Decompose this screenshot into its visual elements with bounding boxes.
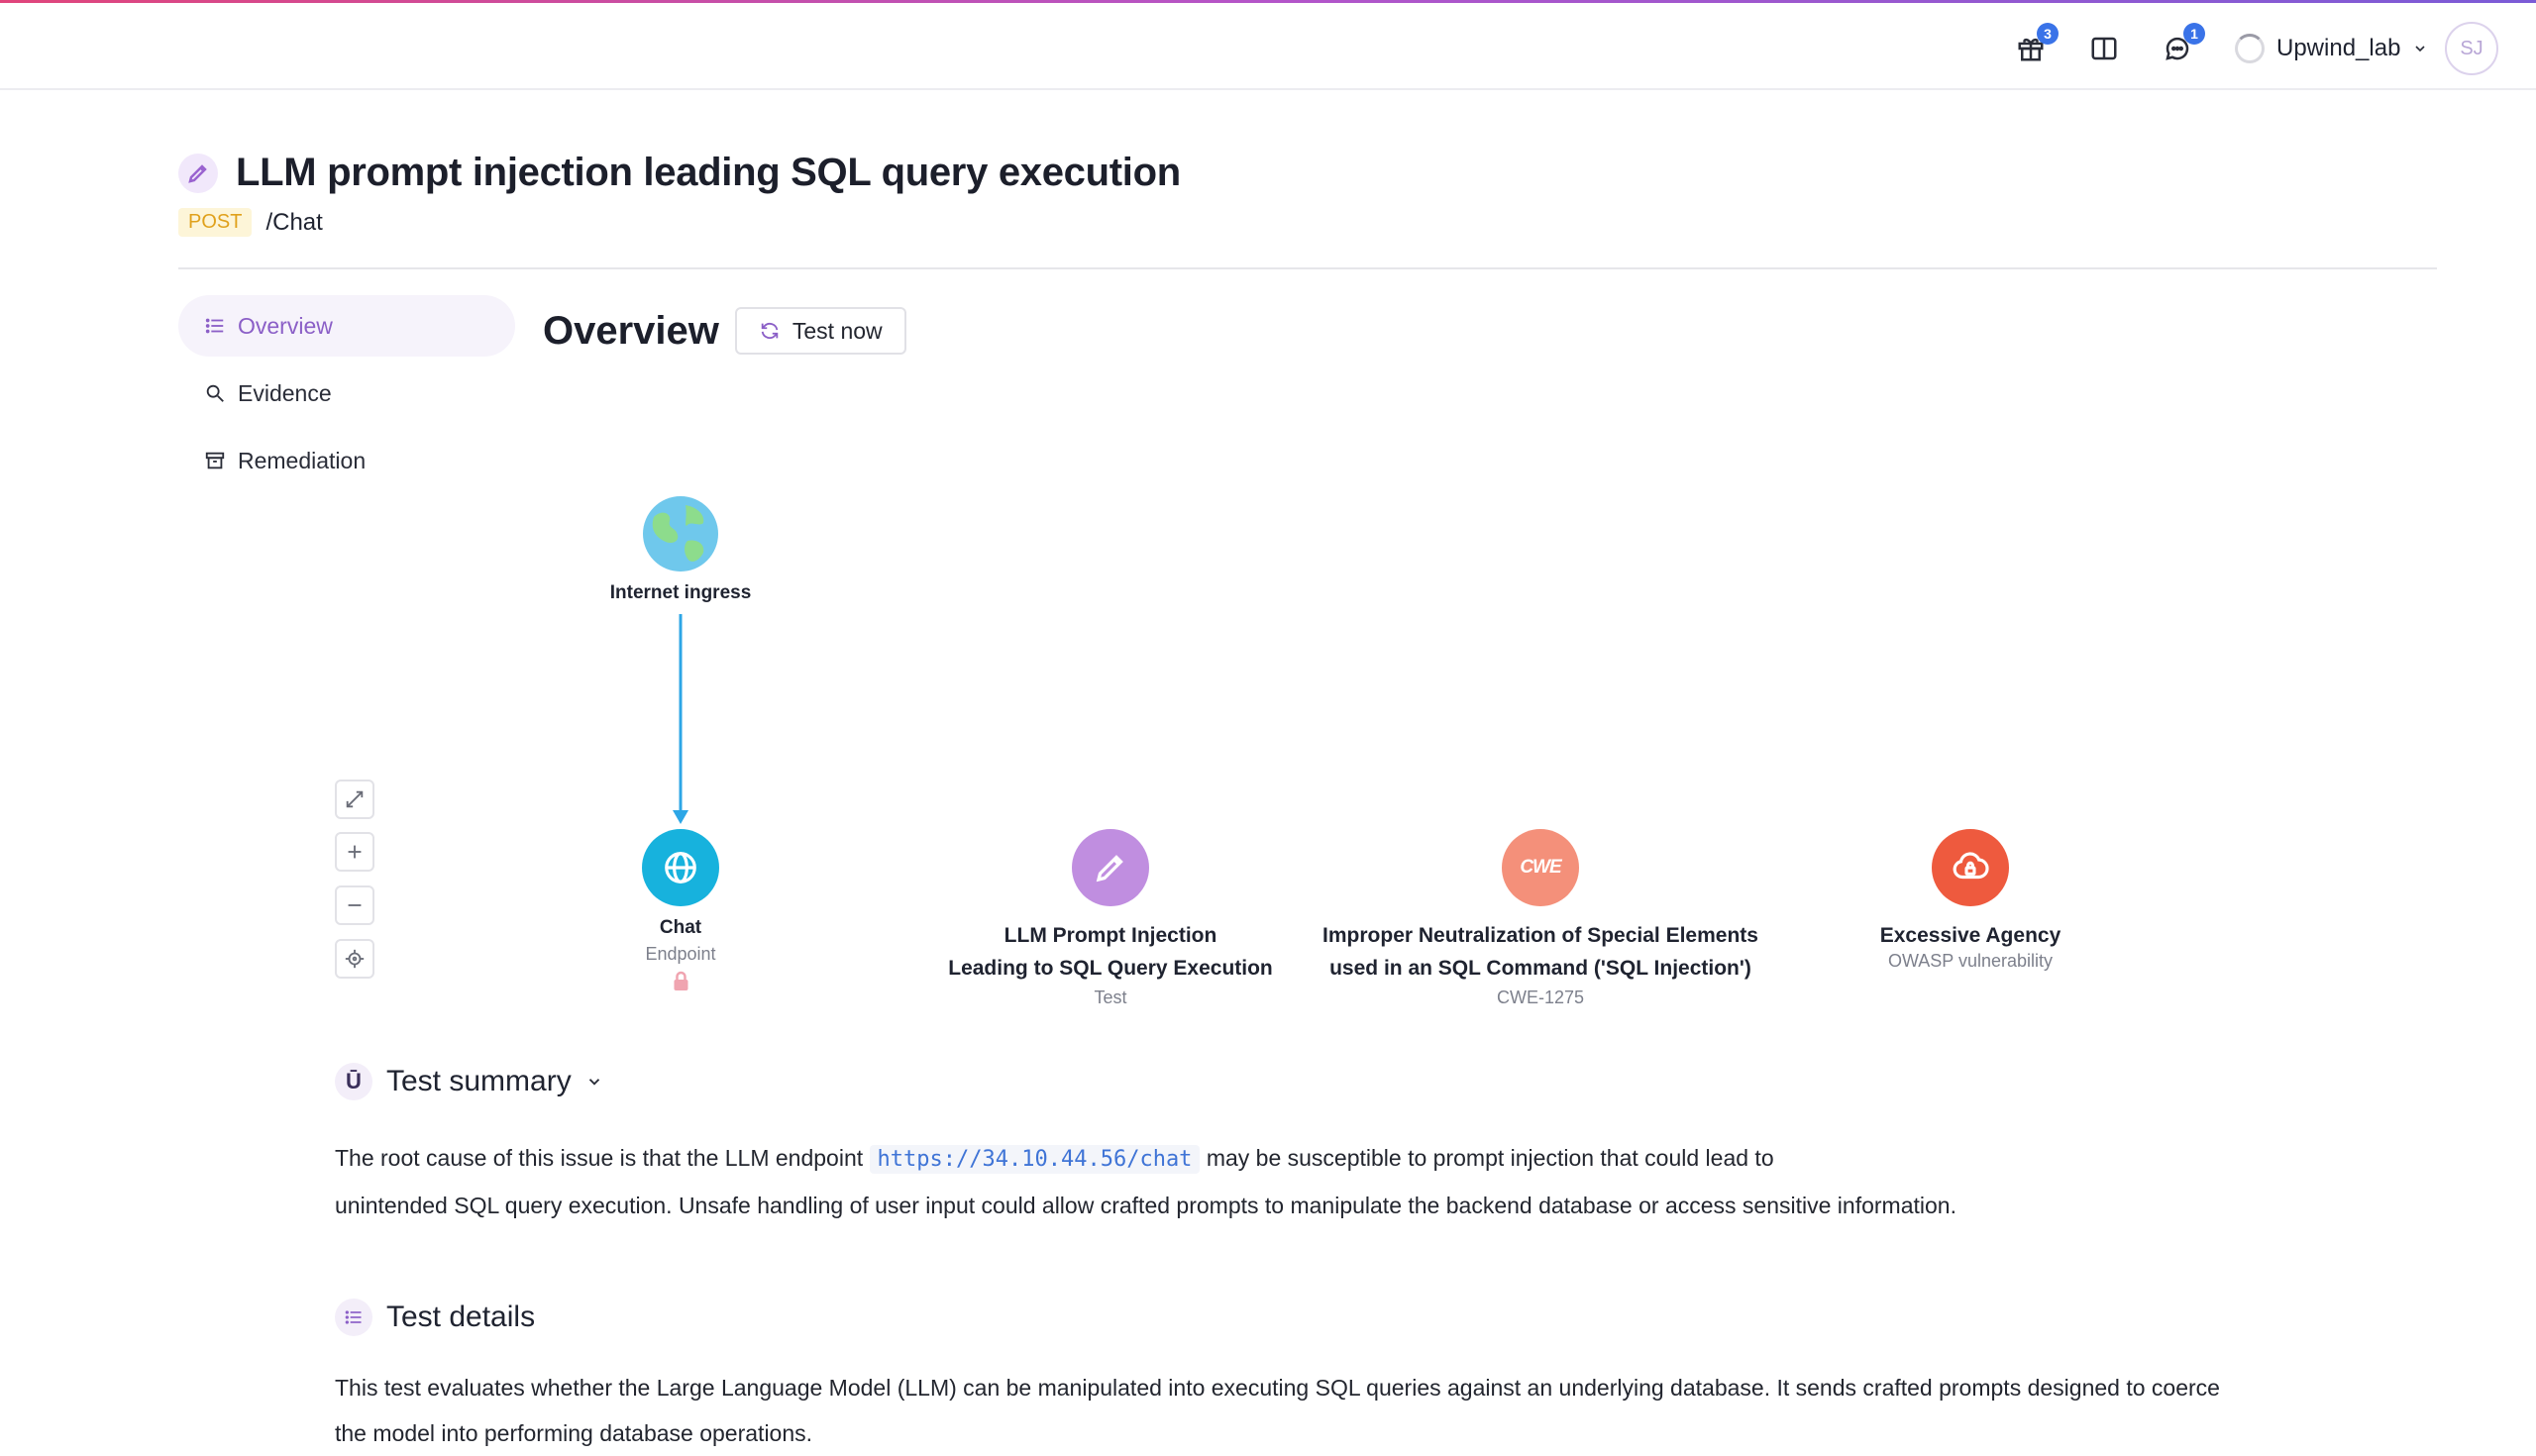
center-view-button[interactable] [335, 939, 374, 979]
expand-icon [346, 790, 364, 808]
test-node-label: LLM Prompt Injection Leading to SQL Quer… [948, 924, 1273, 1007]
test-details-header: Test details [335, 1299, 535, 1336]
ingress-arrow [673, 810, 688, 824]
zoom-in-button[interactable] [335, 832, 374, 872]
test-summary-header[interactable]: Ū Test summary [335, 1063, 603, 1100]
cwe-node[interactable]: CWE [1502, 829, 1579, 906]
lock-icon [674, 971, 687, 990]
test-node[interactable] [1072, 829, 1149, 906]
pen-icon [1096, 855, 1123, 883]
globe-icon [665, 852, 696, 884]
cwe-node-label: Improper Neutralization of Special Eleme… [1322, 924, 1758, 1007]
upwind-logo-icon: Ū [335, 1063, 372, 1100]
owasp-node[interactable] [1932, 829, 2009, 906]
chat-endpoint-node[interactable] [642, 829, 719, 906]
test-summary-text: The root cause of this issue is that the… [335, 1145, 1956, 1218]
minus-icon [348, 904, 362, 906]
plus-icon [348, 845, 362, 859]
fit-view-button[interactable] [335, 780, 374, 819]
chevron-down-icon [588, 1079, 599, 1086]
internet-ingress-node[interactable] [642, 495, 719, 572]
test-details-title: Test details [386, 1300, 536, 1333]
cloud-lock-icon [1953, 852, 1989, 880]
list-icon [335, 1299, 372, 1336]
chat-endpoint-label: Chat Endpoint [645, 915, 716, 997]
crosshair-icon [345, 949, 365, 969]
test-details-text: This test evaluates whether the Large La… [335, 1375, 2220, 1446]
globe-earth-icon [643, 496, 718, 572]
zoom-out-button[interactable] [335, 885, 374, 925]
endpoint-url: https://34.10.44.56/chat [869, 1145, 1201, 1174]
owasp-node-label: Excessive Agency OWASP vulnerability [1879, 924, 2061, 971]
internet-ingress-label: Internet ingress [609, 582, 752, 603]
cwe-icon: CWE [1520, 857, 1561, 878]
test-summary-title: Test summary [386, 1065, 572, 1097]
